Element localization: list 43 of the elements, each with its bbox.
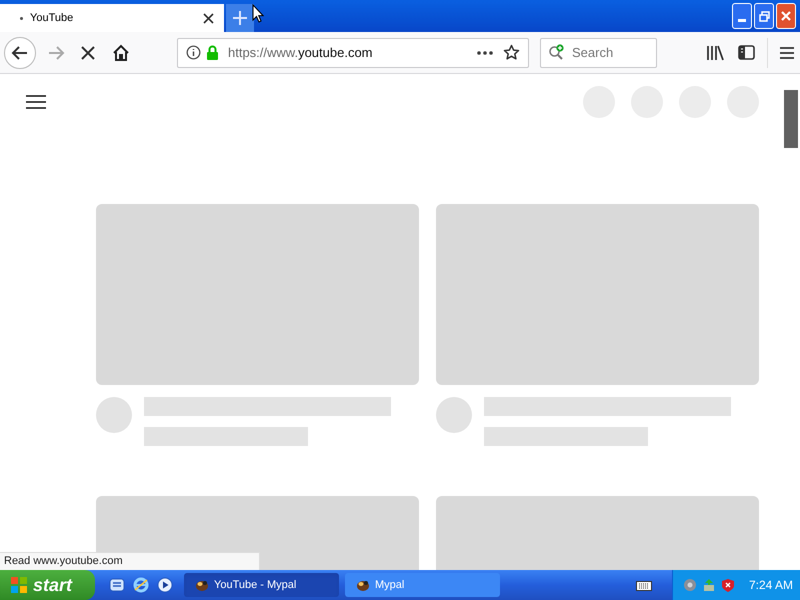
close-window-button[interactable] xyxy=(776,3,796,29)
plus-icon xyxy=(232,10,248,26)
menu-icon[interactable] xyxy=(26,95,46,109)
search-field[interactable]: Search xyxy=(540,38,657,68)
restore-icon xyxy=(758,10,770,22)
library-icon[interactable] xyxy=(706,44,724,60)
shield-icon[interactable] xyxy=(721,578,735,592)
taskbar-button[interactable]: Mypal xyxy=(345,573,500,597)
address-bar[interactable]: https://www.youtube.com xyxy=(177,38,529,68)
info-icon[interactable] xyxy=(186,45,201,60)
scrollbar-thumb[interactable] xyxy=(784,90,798,148)
search-icon xyxy=(548,44,565,60)
close-icon xyxy=(780,10,792,22)
menu-icon[interactable] xyxy=(780,46,794,58)
email-icon[interactable] xyxy=(109,577,125,593)
media-player-icon[interactable] xyxy=(157,577,173,593)
sidebar-icon[interactable] xyxy=(738,45,755,60)
restore-button[interactable] xyxy=(754,3,774,29)
app-icon xyxy=(355,578,371,592)
windows-logo-icon xyxy=(10,576,28,594)
stop-icon[interactable] xyxy=(80,44,96,60)
back-arrow-icon xyxy=(11,44,29,62)
back-button[interactable] xyxy=(4,36,36,68)
more-actions-icon[interactable] xyxy=(477,50,493,54)
mouse-cursor-icon xyxy=(252,4,264,24)
tab-title: YouTube xyxy=(30,10,74,26)
browser-e-icon[interactable] xyxy=(133,577,149,593)
keyboard-icon[interactable] xyxy=(636,579,652,591)
start-button[interactable]: start xyxy=(0,570,95,600)
bookmark-star-icon[interactable] xyxy=(503,44,520,61)
new-tab-button[interactable] xyxy=(226,4,254,32)
skeleton-avatar xyxy=(436,397,472,433)
skeleton-avatar xyxy=(96,397,132,433)
taskbar-button[interactable]: YouTube - Mypal xyxy=(184,573,339,597)
home-icon[interactable] xyxy=(112,44,130,62)
browser-tab[interactable]: YouTube xyxy=(0,4,224,32)
app-icon xyxy=(194,578,210,592)
padlock-icon[interactable] xyxy=(206,45,219,60)
status-text: Read www.youtube.com xyxy=(0,552,260,570)
clock-text: 7:24 AM xyxy=(749,577,794,594)
close-icon[interactable] xyxy=(203,12,214,24)
url-text: https://www.youtube.com xyxy=(228,44,373,62)
minimize-button[interactable] xyxy=(732,3,752,29)
